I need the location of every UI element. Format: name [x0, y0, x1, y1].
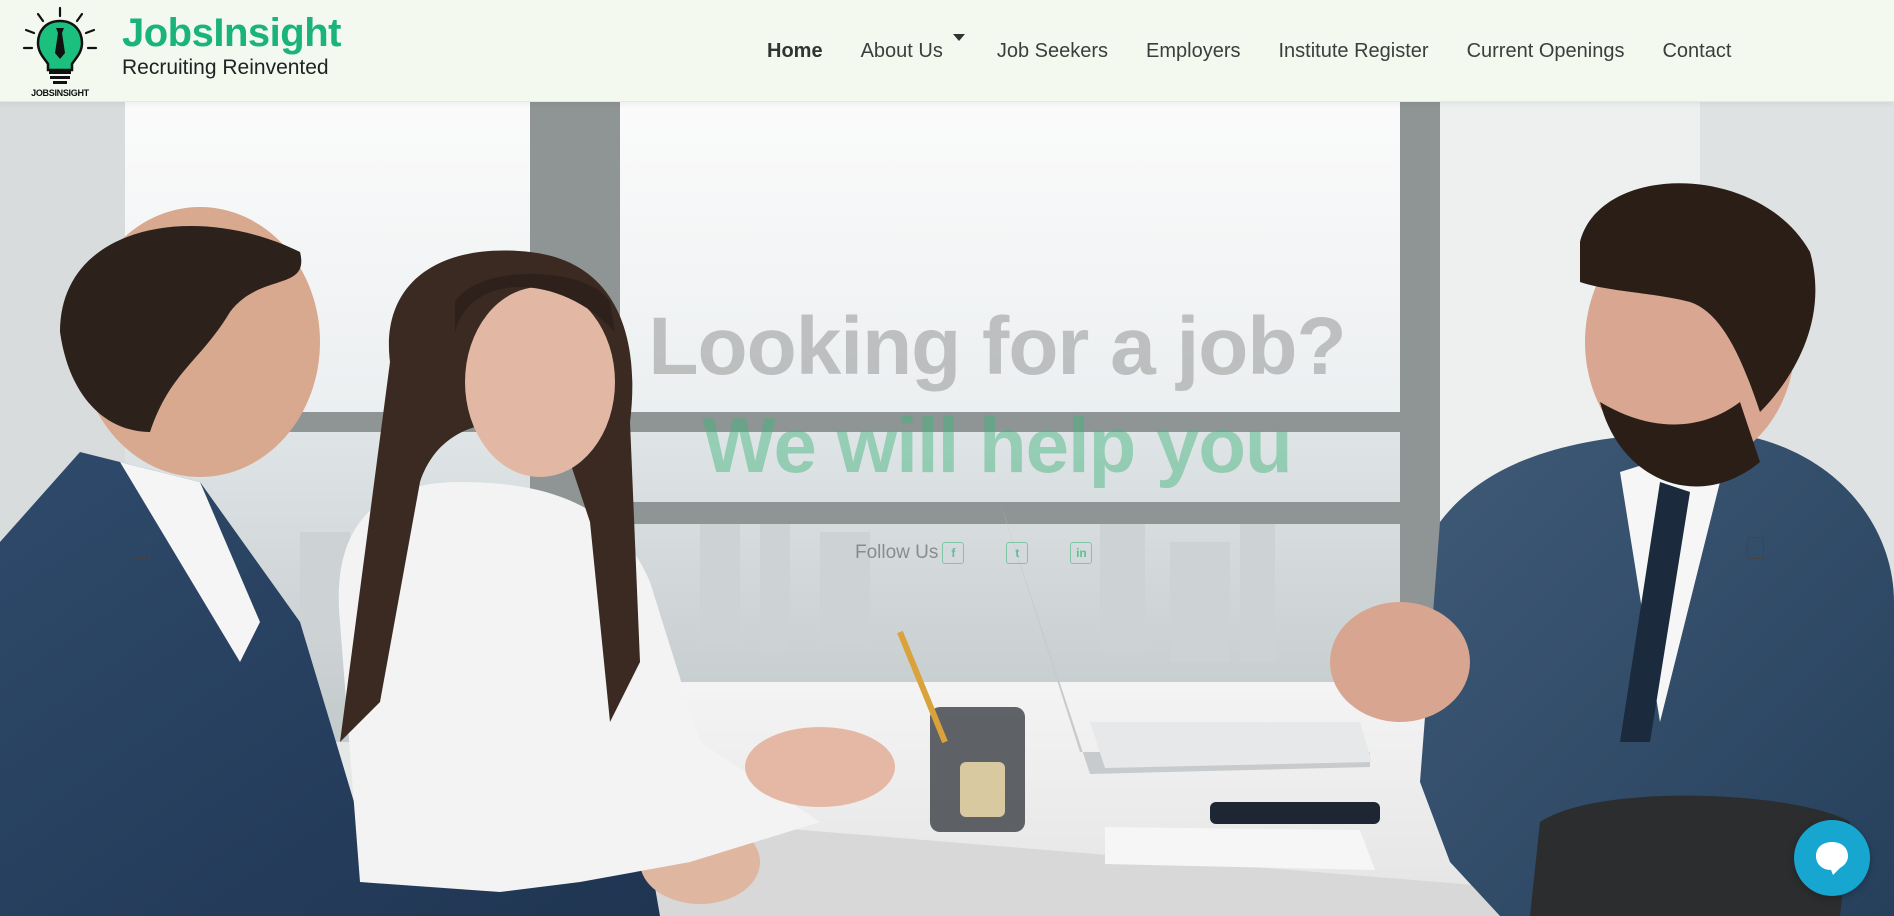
- slider-prev-icon[interactable]: [133, 537, 150, 559]
- hero-subtitle: We will help you: [702, 401, 1292, 489]
- brand-block[interactable]: JobsInsight Recruiting Reinvented: [122, 10, 341, 80]
- facebook-icon[interactable]: f: [942, 542, 965, 564]
- follow-us-label: Follow Us: [855, 542, 939, 563]
- slider-next-icon[interactable]: [1747, 537, 1764, 559]
- nav-item-label: Contact: [1662, 39, 1732, 62]
- nav-item-current-openings[interactable]: Current Openings: [1467, 40, 1625, 63]
- nav-item-about-us[interactable]: About Us: [860, 33, 965, 63]
- brand-tagline: Recruiting Reinvented: [122, 56, 329, 79]
- hero-title: Looking for a job?: [648, 301, 1346, 392]
- nav-item-label: Job Seekers: [996, 39, 1109, 62]
- nav-item-label: About Us: [860, 39, 943, 62]
- brand-name[interactable]: JobsInsight: [122, 10, 341, 56]
- nav-item-label: Home: [767, 39, 823, 62]
- twitter-icon[interactable]: t: [1006, 542, 1029, 564]
- chat-launcher-button[interactable]: [1794, 820, 1870, 896]
- nav-item-employers[interactable]: Employers: [1146, 40, 1240, 63]
- nav-item-institute-register[interactable]: Institute Register: [1279, 40, 1429, 63]
- chat-bubble-icon: [1816, 842, 1848, 875]
- nav-item-home[interactable]: Home: [767, 40, 823, 63]
- nav-item-contact[interactable]: Contact: [1662, 40, 1731, 63]
- nav-item-label: Employers: [1146, 39, 1241, 62]
- linkedin-icon[interactable]: in: [1070, 542, 1093, 564]
- chevron-down-icon[interactable]: [952, 33, 965, 41]
- nav-item-label: Institute Register: [1278, 39, 1429, 62]
- lightbulb-logo-icon: [22, 6, 98, 84]
- main-nav: Home About Us Job Seekers Employers Inst…: [767, 0, 1769, 102]
- hero-slider: Looking for a job? We will help you Foll…: [0, 102, 1894, 916]
- logo-caption: JOBSINSIGHT: [31, 88, 89, 98]
- hero-background-image: [0, 102, 1894, 916]
- site-header: JOBSINSIGHT JobsInsight Recruiting Reinv…: [0, 0, 1894, 102]
- follow-us-bar: Follow Us f t in: [855, 542, 1093, 564]
- site-logo[interactable]: JOBSINSIGHT: [20, 6, 100, 98]
- nav-item-job-seekers[interactable]: Job Seekers: [997, 40, 1108, 63]
- nav-item-label: Current Openings: [1466, 39, 1625, 62]
